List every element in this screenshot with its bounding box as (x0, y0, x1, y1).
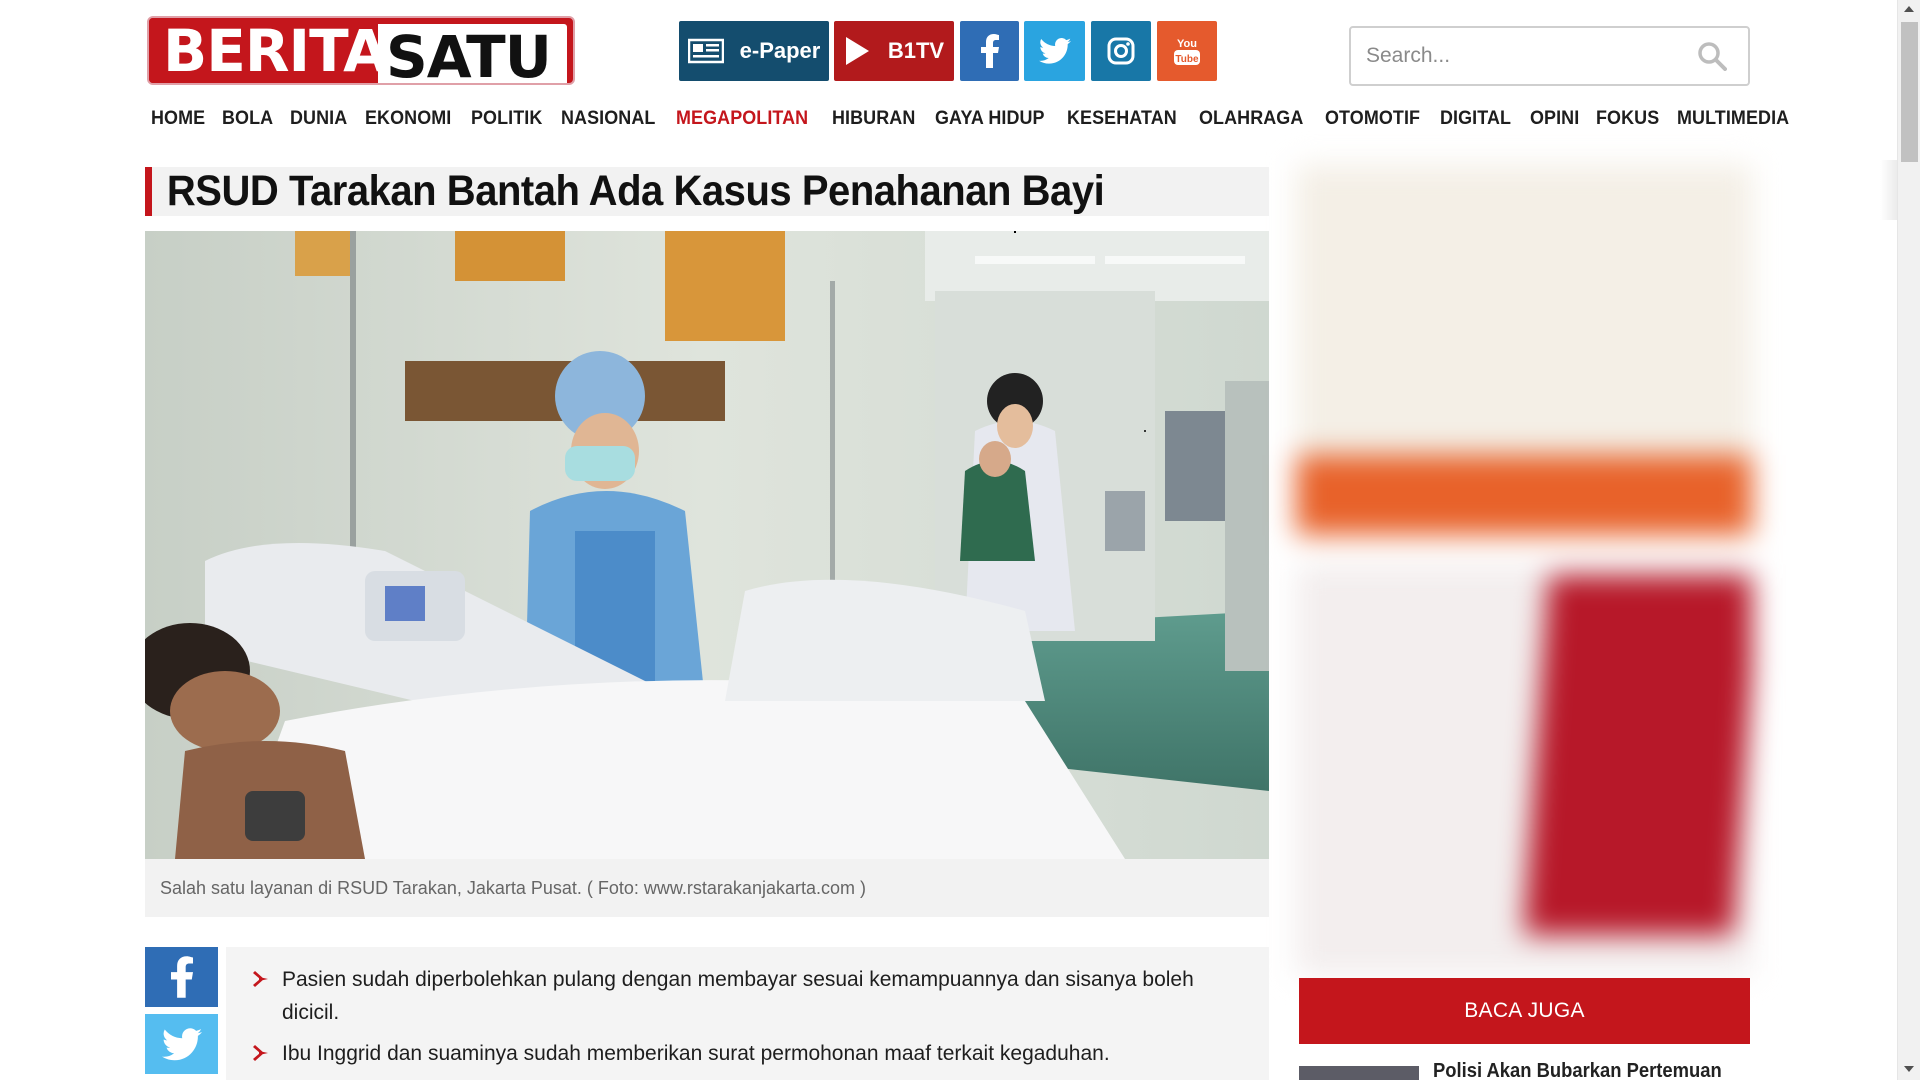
scroll-up-arrow-icon[interactable] (1904, 6, 1914, 12)
nav-item-olahraga[interactable]: OLAHRAGA (1199, 107, 1303, 130)
epaper-label: e-Paper (739, 38, 821, 63)
summary-item: Ibu Inggrid dan suaminya sudah memberika… (250, 1037, 1229, 1070)
twitter-icon (161, 1027, 202, 1060)
page: BERITA SATU e-Paper B1TV You Tube Search… (0, 0, 1920, 1080)
related-article-title[interactable]: Polisi Akan Bubarkan Pertemuan (1433, 1060, 1722, 1080)
nav-item-megapolitan[interactable]: MEGAPOLITAN (676, 107, 808, 130)
nav-item-gaya-hidup[interactable]: GAYA HIDUP (935, 107, 1045, 130)
nav-item-fokus[interactable]: FOKUS (1596, 107, 1659, 130)
article-title: RSUD Tarakan Bantah Ada Kasus Penahanan … (166, 167, 1105, 215)
summary-text: Ibu Inggrid dan suaminya sudah memberika… (282, 1042, 1110, 1065)
facebook-icon (980, 34, 999, 68)
nav-item-multimedia[interactable]: MULTIMEDIA (1677, 107, 1789, 130)
nav-item-nasional[interactable]: NASIONAL (561, 107, 655, 130)
facebook-icon (170, 956, 193, 998)
facebook-button[interactable] (960, 21, 1019, 81)
article-summary: Pasien sudah diperbolehkan pulang dengan… (226, 947, 1269, 1080)
baca-juga-header: BACA JUGA (1299, 978, 1750, 1044)
svg-text:You: You (1177, 38, 1197, 50)
edge-shadow (1880, 160, 1897, 220)
nav-item-dunia[interactable]: DUNIA (290, 107, 347, 130)
nav-item-hiburan[interactable]: HIBURAN (832, 107, 915, 130)
article-title-bar: RSUD Tarakan Bantah Ada Kasus Penahanan … (145, 167, 1269, 216)
youtube-button[interactable]: You Tube (1157, 21, 1217, 81)
nav-item-politik[interactable]: POLITIK (471, 107, 542, 130)
site-logo[interactable]: BERITA SATU (147, 16, 575, 85)
nav-item-opini[interactable]: OPINI (1530, 107, 1579, 130)
newspaper-icon (687, 38, 724, 64)
instagram-icon (1107, 37, 1135, 65)
twitter-icon (1038, 38, 1071, 64)
search-box (1349, 26, 1750, 86)
nav-item-kesehatan[interactable]: KESEHATAN (1067, 107, 1177, 130)
epaper-button[interactable]: e-Paper (679, 21, 829, 81)
b1tv-label: B1TV (887, 38, 945, 63)
arrow-right-icon (253, 971, 268, 987)
svg-text:Tube: Tube (1175, 54, 1199, 65)
scroll-down-arrow-icon[interactable] (1904, 1066, 1914, 1072)
related-article-thumbnail[interactable] (1299, 1066, 1419, 1080)
summary-item: Pasien sudah diperbolehkan pulang dengan… (250, 963, 1229, 1029)
scrollbar[interactable] (1897, 0, 1920, 1080)
search-input[interactable] (1351, 28, 1692, 84)
b1tv-button[interactable]: B1TV (834, 21, 954, 81)
share-facebook-button[interactable] (145, 947, 218, 1007)
twitter-button[interactable] (1024, 21, 1085, 81)
sidebar-advertisement[interactable] (1296, 165, 1752, 975)
nav-item-bola[interactable]: BOLA (222, 107, 273, 130)
photo-caption-box: Salah satu layanan di RSUD Tarakan, Jaka… (145, 859, 1269, 917)
nav-item-otomotif[interactable]: OTOMOTIF (1325, 107, 1420, 130)
photo-caption: Salah satu layanan di RSUD Tarakan, Jaka… (160, 878, 866, 898)
scrollbar-thumb[interactable] (1901, 22, 1918, 162)
summary-text: Pasien sudah diperbolehkan pulang dengan… (282, 968, 1194, 1024)
youtube-icon: You Tube (1174, 38, 1200, 65)
logo-text-satu: SATU (378, 23, 567, 83)
arrow-right-icon (253, 1045, 268, 1061)
instagram-button[interactable] (1091, 21, 1151, 81)
share-twitter-button[interactable] (145, 1014, 218, 1074)
nav-item-ekonomi[interactable]: EKONOMI (365, 107, 451, 130)
search-icon[interactable] (1692, 36, 1732, 76)
logo-text-berita: BERITA (149, 18, 388, 83)
play-icon (845, 37, 869, 65)
main-nav: HOME BOLA DUNIA EKONOMI POLITIK NASIONAL MEGAP… (151, 107, 1811, 130)
article-photo (145, 231, 1269, 859)
nav-item-home[interactable]: HOME (151, 107, 205, 130)
nav-item-digital[interactable]: DIGITAL (1440, 107, 1511, 130)
